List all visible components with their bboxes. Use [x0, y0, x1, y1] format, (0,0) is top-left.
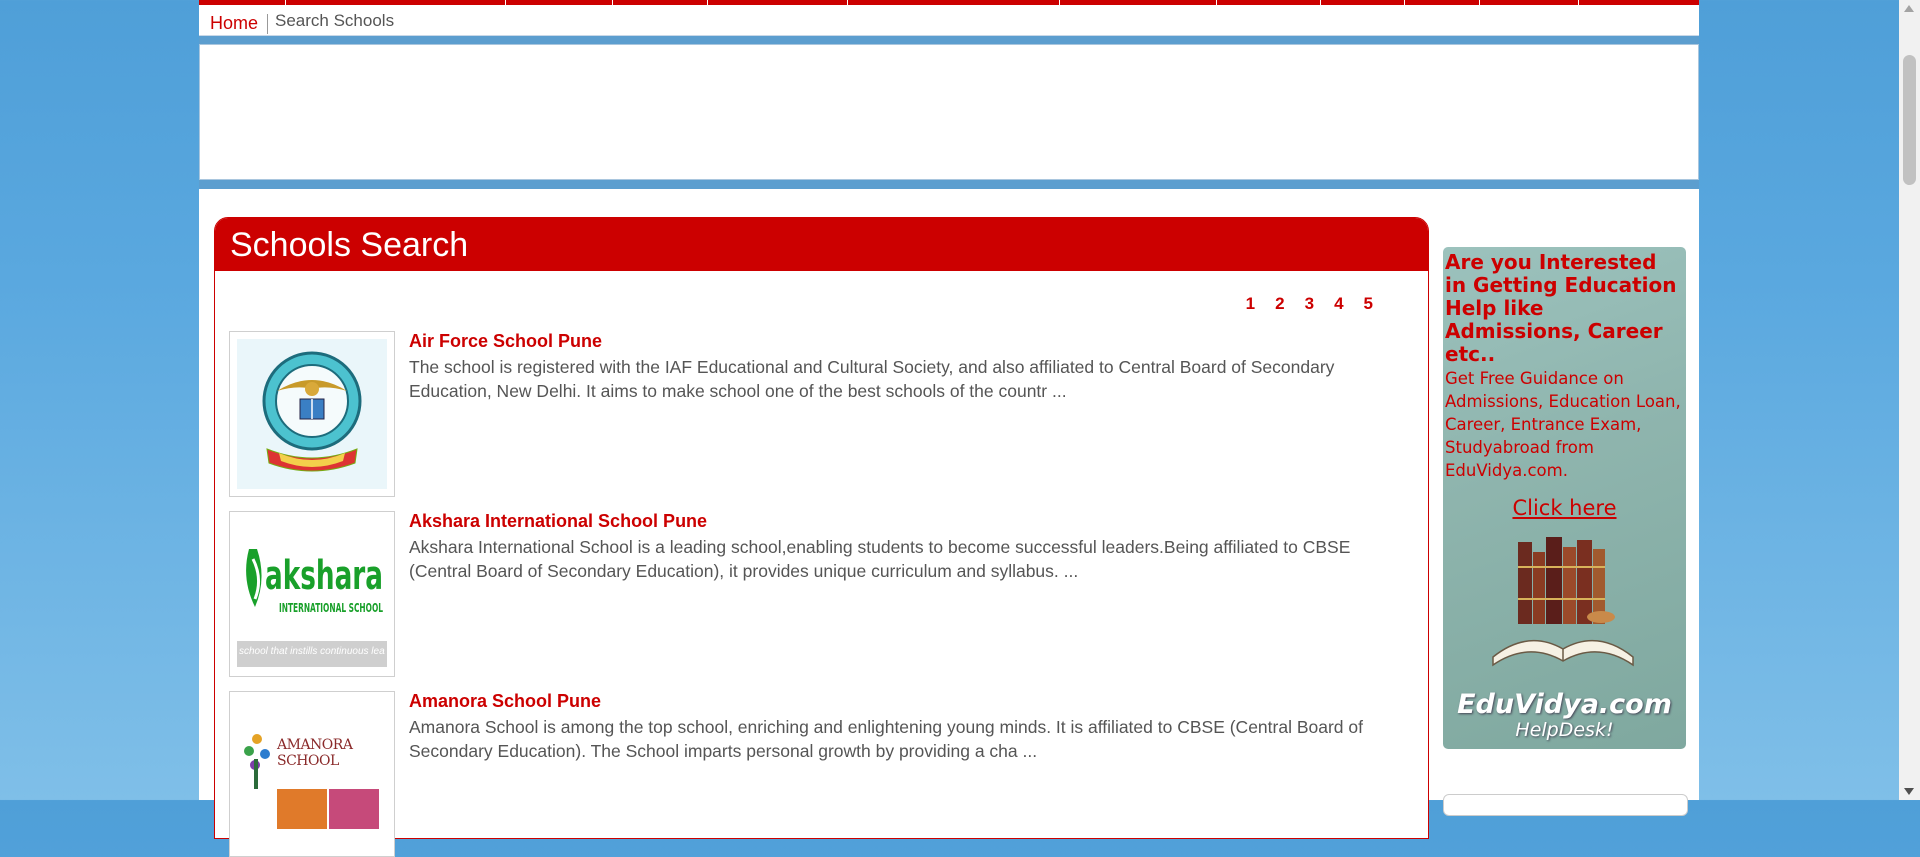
school-logo-thumbnail[interactable] — [229, 331, 395, 497]
scroll-up-arrow-icon[interactable] — [1904, 5, 1914, 12]
page-container: Home Search Schools Schools Search 1 2 3… — [199, 0, 1699, 857]
page-link-2[interactable]: 2 — [1275, 294, 1284, 314]
ad-brand-tagline: HelpDesk! — [1515, 719, 1614, 741]
svg-text:akshara: akshara — [265, 553, 383, 599]
school-description: Amanora School is among the top school, … — [409, 717, 1363, 761]
school-name-link[interactable]: Amanora School Pune — [409, 691, 601, 712]
school-description: The school is registered with the IAF Ed… — [409, 357, 1335, 401]
school-logo-thumbnail[interactable]: akshara INTERNATIONAL SCHOOL school that… — [229, 511, 395, 677]
scroll-down-arrow-icon[interactable] — [1904, 788, 1914, 795]
pagination: 1 2 3 4 5 — [1246, 294, 1373, 314]
ad-brand-logo: EduVidya.com — [1457, 689, 1672, 720]
page-link-3[interactable]: 3 — [1305, 294, 1314, 314]
school-logo-thumbnail[interactable]: AMANORA SCHOOL — [229, 691, 395, 857]
panel-header: Schools Search — [215, 218, 1428, 271]
school-name-link[interactable]: Akshara International School Pune — [409, 511, 707, 532]
eduvidya-helpdesk-ad[interactable]: Are you Interested in Getting Education … — [1443, 247, 1686, 749]
ad-banner-slot — [199, 44, 1699, 180]
breadcrumb-current: Search Schools — [275, 11, 395, 30]
school-description: Akshara International School is a leadin… — [409, 537, 1351, 581]
page-link-1[interactable]: 1 — [1246, 294, 1255, 314]
breadcrumb-separator — [267, 14, 268, 34]
ad-headline: Are you Interested in Getting Education … — [1445, 250, 1677, 366]
svg-text:INTERNATIONAL SCHOOL: INTERNATIONAL SCHOOL — [279, 601, 383, 615]
amanora-school-tree-logo-icon — [237, 699, 387, 849]
page-title: Schools Search — [230, 226, 469, 264]
air-force-school-crest-icon — [237, 339, 387, 489]
breadcrumb-home-link[interactable]: Home — [210, 13, 258, 34]
school-name-link[interactable]: Air Force School Pune — [409, 331, 602, 352]
ad-click-here-link[interactable]: Click here — [1443, 496, 1686, 520]
scroll-thumb[interactable] — [1903, 55, 1916, 185]
school-logo-tagline: school that instills continuous learning — [239, 646, 385, 657]
ad-banner-strip — [199, 36, 1699, 190]
sidebar-widget — [1443, 794, 1688, 816]
books-icon — [1492, 537, 1634, 667]
breadcrumb: Home Search Schools — [199, 5, 1699, 36]
page-link-5[interactable]: 5 — [1364, 294, 1373, 314]
ad-body-text: Get Free Guidance on Admissions, Educati… — [1445, 369, 1681, 480]
page-link-4[interactable]: 4 — [1334, 294, 1343, 314]
school-logo-wordmark: AMANORA SCHOOL — [277, 737, 353, 769]
schools-search-panel: Schools Search 1 2 3 4 5 Air Force Schoo… — [214, 217, 1429, 857]
main-content: Schools Search 1 2 3 4 5 Air Force Schoo… — [199, 189, 1699, 857]
vertical-scrollbar[interactable] — [1899, 0, 1920, 800]
